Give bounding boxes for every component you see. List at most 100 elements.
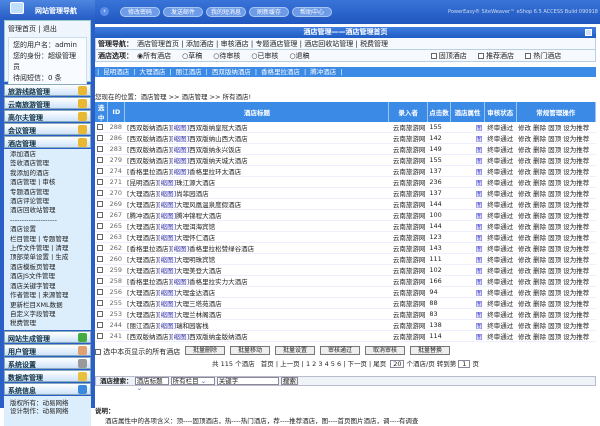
submenu-item[interactable]: 税费管理 bbox=[10, 319, 85, 328]
search-field-select[interactable]: 酒店标题 ⌄ bbox=[134, 377, 169, 392]
hotel-category[interactable]: [西双版纳酒店] bbox=[127, 146, 171, 154]
top-button-4[interactable]: 帮助中心 bbox=[292, 7, 332, 17]
hotel-category[interactable]: [大理酒店] bbox=[127, 256, 158, 264]
thumbnail-tag[interactable]: [缩图] bbox=[171, 135, 189, 143]
nav-link[interactable]: 添加酒店 bbox=[186, 40, 214, 48]
hotel-category[interactable]: [大理酒店] bbox=[127, 311, 158, 319]
keyword-input[interactable]: 关键字 bbox=[216, 377, 279, 385]
submenu-item[interactable]: 专题酒店管理 bbox=[10, 188, 85, 197]
hotel-title[interactable]: 西双版纳金版纳酒店 bbox=[189, 333, 248, 341]
radio-option[interactable]: ○已审核 bbox=[251, 52, 278, 60]
thumbnail-tag[interactable]: [缩图] bbox=[158, 311, 176, 319]
row-checkbox[interactable] bbox=[97, 223, 103, 229]
row-checkbox[interactable] bbox=[97, 179, 103, 185]
row-checkbox[interactable] bbox=[97, 124, 103, 130]
back-icon[interactable]: ‹ bbox=[100, 7, 109, 16]
sidebar-menu-3[interactable]: 会议管理 bbox=[4, 123, 91, 135]
row-actions[interactable]: 修改 删除 固顶 设为推荐 bbox=[516, 143, 596, 155]
thumbnail-tag[interactable]: [缩图] bbox=[171, 168, 189, 176]
row-checkbox[interactable] bbox=[97, 212, 103, 218]
search-button[interactable]: 搜索 bbox=[280, 377, 298, 385]
thumbnail-tag[interactable]: [缩图] bbox=[158, 256, 176, 264]
hotel-category[interactable]: [腾冲酒店] bbox=[127, 212, 158, 220]
row-checkbox[interactable] bbox=[97, 278, 103, 284]
tab-4[interactable]: 香格里拉酒店 bbox=[261, 68, 300, 76]
row-checkbox[interactable] bbox=[97, 256, 103, 262]
hotel-title[interactable]: 大理三塔苑酒店 bbox=[176, 300, 222, 308]
submenu-item[interactable]: 我添加的酒店 bbox=[10, 169, 85, 178]
sidebar-menu-bottom-0[interactable]: 网站生成管理 bbox=[4, 330, 91, 343]
row-actions[interactable]: 修改 删除 固顶 设为推荐 bbox=[516, 132, 596, 144]
hotel-title[interactable]: 珠江源大酒店 bbox=[176, 179, 215, 187]
batch-button-2[interactable]: 批量设置 bbox=[275, 346, 315, 355]
row-checkbox[interactable] bbox=[97, 168, 103, 174]
thumbnail-tag[interactable]: [缩图] bbox=[158, 300, 176, 308]
row-checkbox[interactable] bbox=[97, 245, 103, 251]
row-actions[interactable]: 修改 删除 固顶 设为推荐 bbox=[516, 176, 596, 188]
row-checkbox[interactable] bbox=[97, 234, 103, 240]
hotel-title[interactable]: 西双版纳永兴饭店 bbox=[189, 146, 241, 154]
hotel-title[interactable]: 尚菲园酒店 bbox=[176, 190, 209, 198]
nav-link[interactable]: 酒店回收站管理 bbox=[304, 40, 353, 48]
close-icon[interactable] bbox=[585, 29, 592, 36]
admin-home-link[interactable]: 管理首页 bbox=[8, 25, 36, 33]
row-checkbox[interactable] bbox=[97, 322, 103, 328]
batch-button-5[interactable]: 批量替换 bbox=[410, 346, 450, 355]
tab-3[interactable]: 西双版纳酒店 bbox=[212, 68, 251, 76]
row-checkbox[interactable] bbox=[97, 311, 103, 317]
hotel-category[interactable]: [大理酒店] bbox=[127, 223, 158, 231]
nav-link[interactable]: 酒店管理首页 bbox=[137, 40, 179, 48]
hotel-title[interactable]: 香格里拉实力大酒店 bbox=[189, 278, 248, 286]
radio-option[interactable]: ○草稿 bbox=[182, 52, 202, 60]
batch-button-0[interactable]: 批量删除 bbox=[185, 346, 225, 355]
sidebar-menu-4[interactable]: 酒店管理 bbox=[4, 136, 91, 148]
hotel-title[interactable]: 大理兰林阁酒店 bbox=[176, 311, 222, 319]
row-actions[interactable]: 修改 删除 固顶 设为推荐 bbox=[516, 330, 596, 342]
thumbnail-tag[interactable]: [缩图] bbox=[158, 179, 176, 187]
row-actions[interactable]: 修改 删除 固顶 设为推荐 bbox=[516, 154, 596, 166]
row-actions[interactable]: 修改 删除 固顶 设为推荐 bbox=[516, 231, 596, 243]
submenu-item[interactable]: 栏目管理 | 专题管理 bbox=[10, 235, 85, 244]
row-actions[interactable]: 修改 删除 固顶 设为推荐 bbox=[516, 220, 596, 232]
tab-5[interactable]: 腾冲酒店 bbox=[310, 68, 336, 76]
submenu-item[interactable]: 酒店JS文件管理 bbox=[10, 272, 85, 281]
hotel-title[interactable]: 瑞和园客栈 bbox=[176, 322, 209, 330]
row-checkbox[interactable] bbox=[97, 190, 103, 196]
hotel-category[interactable]: [大理酒店] bbox=[127, 267, 158, 275]
sidebar-menu-bottom-1[interactable]: 用户管理 bbox=[4, 343, 91, 356]
sidebar-menu-bottom-2[interactable]: 系统设置 bbox=[4, 356, 91, 369]
row-actions[interactable]: 修改 删除 固顶 设为推荐 bbox=[516, 319, 596, 331]
row-checkbox[interactable] bbox=[97, 157, 103, 163]
row-actions[interactable]: 修改 删除 固顶 设为推荐 bbox=[516, 122, 596, 133]
batch-button-1[interactable]: 批量移动 bbox=[230, 346, 270, 355]
submenu-item[interactable]: 自定义字段管理 bbox=[10, 310, 85, 319]
thumbnail-tag[interactable]: [缩图] bbox=[171, 157, 189, 165]
search-column-select[interactable]: 所有栏目 ⌄ bbox=[170, 377, 215, 385]
submenu-item[interactable]: 酒店设置 bbox=[10, 225, 85, 234]
hotel-category[interactable]: [西双版纳酒店] bbox=[127, 135, 171, 143]
hotel-category[interactable]: [西双版纳酒店] bbox=[127, 333, 171, 341]
pager-next[interactable]: | 下一页 | 尾页 bbox=[343, 360, 386, 368]
thumbnail-tag[interactable]: [缩图] bbox=[158, 322, 176, 330]
row-checkbox[interactable] bbox=[97, 146, 103, 152]
hotel-title[interactable]: 大理洱海宾馆 bbox=[176, 223, 215, 231]
hotel-category[interactable]: [丽江酒店] bbox=[127, 322, 158, 330]
pager-prev[interactable]: 首页 | 上一页 | bbox=[261, 360, 304, 368]
row-actions[interactable]: 修改 删除 固顶 设为推荐 bbox=[516, 275, 596, 287]
row-checkbox[interactable] bbox=[97, 300, 103, 306]
row-actions[interactable]: 修改 删除 固顶 设为推荐 bbox=[516, 198, 596, 210]
sidebar-menu-0[interactable]: 旅游线路管理 bbox=[4, 84, 91, 96]
tab-0[interactable]: 昆明酒店 bbox=[103, 68, 129, 76]
hotel-title[interactable]: 西双版纳山西大酒店 bbox=[189, 135, 248, 143]
thumbnail-tag[interactable]: [缩图] bbox=[158, 201, 176, 209]
row-actions[interactable]: 修改 删除 固顶 设为推荐 bbox=[516, 242, 596, 254]
row-actions[interactable]: 修改 删除 固顶 设为推荐 bbox=[516, 165, 596, 177]
sidebar-menu-1[interactable]: 云南旅游管理 bbox=[4, 97, 91, 109]
thumbnail-tag[interactable]: [缩图] bbox=[158, 289, 176, 297]
filter-checkbox[interactable]: 推荐酒店 bbox=[477, 52, 514, 60]
hotel-title[interactable]: 大理怀仁酒店 bbox=[176, 234, 215, 242]
top-button-1[interactable]: 发送邮件 bbox=[163, 7, 203, 17]
sidebar-menu-2[interactable]: 高尔夫管理 bbox=[4, 110, 91, 122]
top-button-3[interactable]: 刷新缓存 bbox=[249, 7, 289, 17]
submenu-item[interactable]: -------------------- bbox=[10, 216, 85, 225]
